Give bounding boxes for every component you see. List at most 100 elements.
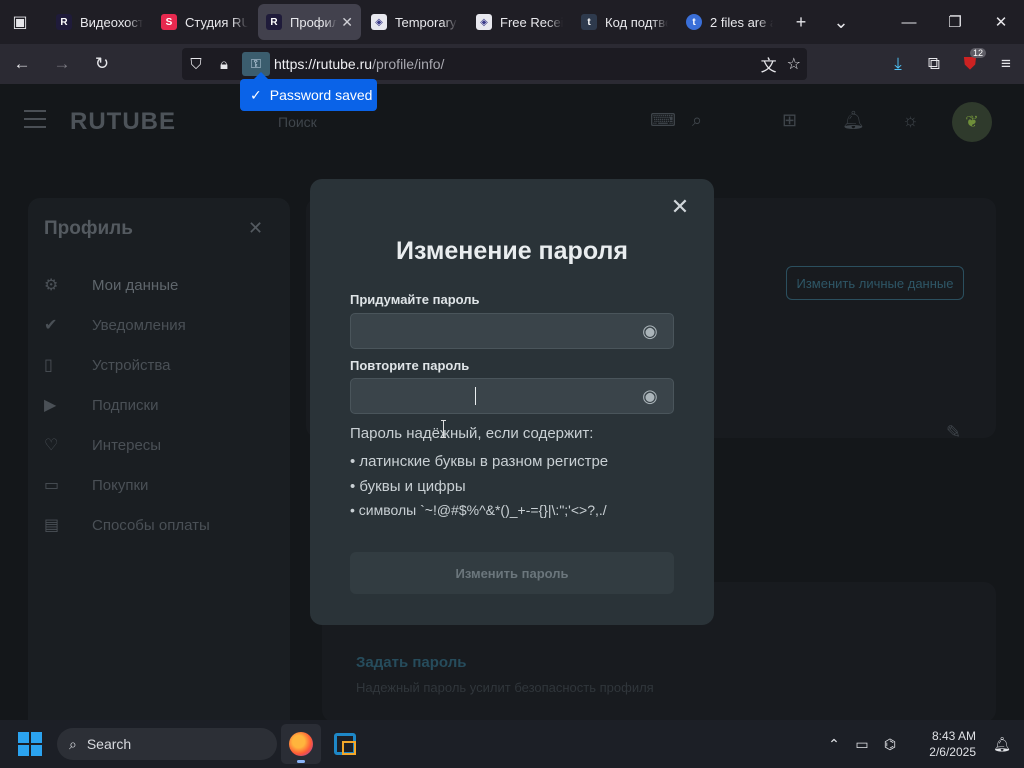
url-bar[interactable]: ⛉ 🔒︎ ⚿ https://rutube.ru/profile/info/ 文… bbox=[182, 48, 807, 80]
menu-button[interactable]: ≡ bbox=[988, 44, 1024, 84]
toast-text: Password saved bbox=[269, 87, 373, 103]
search-icon: ⌕ bbox=[69, 735, 77, 752]
check-icon: ✓ bbox=[250, 86, 262, 103]
tab-title: Профиль bbox=[290, 14, 338, 30]
browser-tab-strip: ▣ R Видеохостинг RUTUBE S Студия RUTUBE … bbox=[0, 0, 1024, 44]
reload-button[interactable]: ↻ bbox=[84, 48, 120, 80]
url-path: /profile/info/ bbox=[372, 56, 445, 72]
tab-title: Free Receive bbox=[500, 14, 563, 30]
url-text[interactable]: https://rutube.ru/profile/info/ bbox=[274, 56, 444, 72]
minimize-icon: — bbox=[901, 13, 917, 31]
close-window-button[interactable]: ✕ bbox=[978, 0, 1024, 44]
taskbar-virtualbox[interactable] bbox=[325, 724, 365, 764]
tabs-icon: ▣ bbox=[12, 14, 28, 31]
sidebar-item-label: Интересы bbox=[92, 436, 162, 454]
screen: ▣ R Видеохостинг RUTUBE S Студия RUTUBE … bbox=[0, 0, 1024, 768]
change-password-button[interactable]: Изменить пароль bbox=[350, 552, 674, 594]
minimize-button[interactable]: — bbox=[886, 0, 932, 44]
windows-start-icon[interactable] bbox=[18, 732, 42, 756]
sidebar-item-label: Устройства bbox=[92, 356, 171, 374]
purchases-icon: ▭ bbox=[44, 477, 60, 494]
site-search-placeholder[interactable]: Поиск bbox=[278, 114, 317, 130]
pencil-icon[interactable]: ✎ bbox=[946, 422, 961, 443]
clock[interactable]: 8:43 AM 2/6/2025 bbox=[904, 728, 976, 760]
bell-icon[interactable]: 🔔︎ bbox=[842, 110, 865, 131]
translate-icon[interactable]: 文 bbox=[761, 52, 777, 76]
password-saved-toast: ✓ Password saved bbox=[240, 72, 377, 111]
tab-close-icon[interactable]: ✕ bbox=[341, 14, 353, 31]
modal-close-icon[interactable]: ✕ bbox=[668, 194, 692, 219]
forward-button[interactable]: → bbox=[44, 48, 80, 80]
window-controls: — ❐ ✕ bbox=[886, 0, 1024, 44]
maximize-button[interactable]: ❐ bbox=[932, 0, 978, 44]
tab-title: Студия RUTUBE bbox=[185, 14, 248, 30]
check-double-icon: ✔ bbox=[44, 317, 58, 334]
heart-icon: ♡ bbox=[44, 437, 59, 454]
shield-icon[interactable]: ⛉ bbox=[182, 56, 210, 73]
eye-icon[interactable]: ◉ bbox=[639, 321, 661, 341]
sidebar-item-subscriptions[interactable]: ▶ Подписки bbox=[44, 390, 284, 420]
url-host: https://rutube.ru bbox=[274, 56, 373, 72]
doc-favicon-icon: ◈ bbox=[476, 14, 492, 30]
sidebar-item-my-data[interactable]: ⚙ Мои данные bbox=[44, 270, 284, 300]
notification-bell-icon[interactable]: 🔔︎ bbox=[988, 736, 1016, 753]
new-password-input[interactable]: ◉ bbox=[350, 313, 674, 349]
sidebar-item-notifications[interactable]: ✔ Уведомления bbox=[44, 310, 284, 340]
tumblr-favicon-icon: t bbox=[581, 14, 597, 30]
tab-list-button[interactable]: ▣ bbox=[0, 0, 40, 44]
tab-studio[interactable]: S Студия RUTUBE bbox=[153, 4, 256, 40]
profile-sidebar: Профиль ✕ ⚙ Мои данные ✔ Уведомления ▯ Устр… bbox=[28, 198, 290, 758]
taskbar-search[interactable]: ⌕ Search bbox=[57, 728, 277, 760]
sidebar-item-payment[interactable]: ▤ Способы оплаты bbox=[44, 510, 284, 540]
wallet-icon: ▤ bbox=[44, 517, 60, 534]
site-header: RUTUBE Поиск ⌨ ⌕ ⊞ 🔔︎ ☼ ❦ bbox=[0, 84, 1024, 160]
downloads-button[interactable]: ⤓ bbox=[880, 44, 916, 84]
menu-burger-icon[interactable] bbox=[24, 110, 46, 128]
modal-title: Изменение пароля bbox=[396, 237, 628, 265]
sidebar-item-devices[interactable]: ▯ Устройства bbox=[44, 350, 284, 380]
tab-videohosting[interactable]: R Видеохостинг RUTUBE bbox=[48, 4, 151, 40]
doc-favicon-icon: ◈ bbox=[371, 14, 387, 30]
restore-icon: ❐ bbox=[948, 14, 962, 31]
sidebar-item-purchases[interactable]: ▭ Покупки bbox=[44, 470, 284, 500]
sidebar-item-interests[interactable]: ♡ Интересы bbox=[44, 430, 284, 460]
ublock-button[interactable]: ⛊ 12 bbox=[952, 44, 988, 84]
tab-code[interactable]: t Код подтверждения bbox=[573, 4, 676, 40]
chevron-up-icon[interactable]: ⌃ bbox=[820, 736, 848, 753]
reload-icon: ↻ bbox=[94, 54, 110, 73]
extensions-button[interactable]: ⧉ bbox=[916, 44, 952, 84]
new-tab-button[interactable]: + bbox=[781, 0, 821, 44]
tab-profile[interactable]: R Профиль ✕ bbox=[258, 4, 361, 40]
lock-icon[interactable]: 🔒︎ bbox=[210, 56, 238, 73]
avatar[interactable]: ❦ bbox=[952, 102, 992, 142]
search-icon[interactable]: ⌕ bbox=[692, 110, 702, 131]
set-password-link[interactable]: Задать пароль bbox=[356, 654, 466, 671]
virtualbox-icon bbox=[334, 733, 356, 755]
tab-temporary[interactable]: ◈ Temporary bbox=[363, 4, 466, 40]
keyboard-icon[interactable]: ⌨ bbox=[650, 110, 676, 131]
tab-title: Temporary bbox=[395, 14, 457, 30]
star-icon[interactable]: ☆ bbox=[787, 54, 801, 74]
upload-icon[interactable]: ⊞ bbox=[782, 110, 797, 131]
password-hint-item: • латинские буквы в разном регистре bbox=[350, 453, 609, 470]
display-icon[interactable]: ▭ bbox=[848, 736, 876, 753]
sidebar-item-label: Покупки bbox=[92, 476, 149, 494]
back-button[interactable]: ← bbox=[4, 48, 40, 80]
sidebar-close-icon[interactable]: ✕ bbox=[248, 218, 263, 239]
repeat-password-label: Повторите пароль bbox=[350, 358, 470, 373]
theme-sun-icon[interactable]: ☼ bbox=[902, 110, 919, 131]
sidebar-item-label: Мои данные bbox=[92, 276, 179, 294]
change-password-modal: ✕ Изменение пароля Придумайте пароль ◉ П… bbox=[310, 179, 714, 625]
tab-free-receive[interactable]: ◈ Free Receive bbox=[468, 4, 571, 40]
network-icon[interactable]: ⌬ bbox=[876, 736, 904, 753]
tab-overflow-button[interactable]: ⌄ bbox=[821, 0, 861, 44]
subscriptions-icon: ▶ bbox=[44, 397, 57, 414]
repeat-password-input[interactable]: ◉ bbox=[350, 378, 674, 414]
site-logo[interactable]: RUTUBE bbox=[70, 108, 176, 136]
tab-files[interactable]: t 2 files are a bbox=[678, 4, 781, 40]
eye-icon[interactable]: ◉ bbox=[639, 386, 661, 406]
tab-title: Код подтверждения bbox=[605, 14, 668, 30]
taskbar-firefox[interactable] bbox=[281, 724, 321, 764]
studio-favicon-icon: S bbox=[161, 14, 177, 30]
edit-personal-data-button[interactable]: Изменить личные данные bbox=[786, 266, 964, 300]
